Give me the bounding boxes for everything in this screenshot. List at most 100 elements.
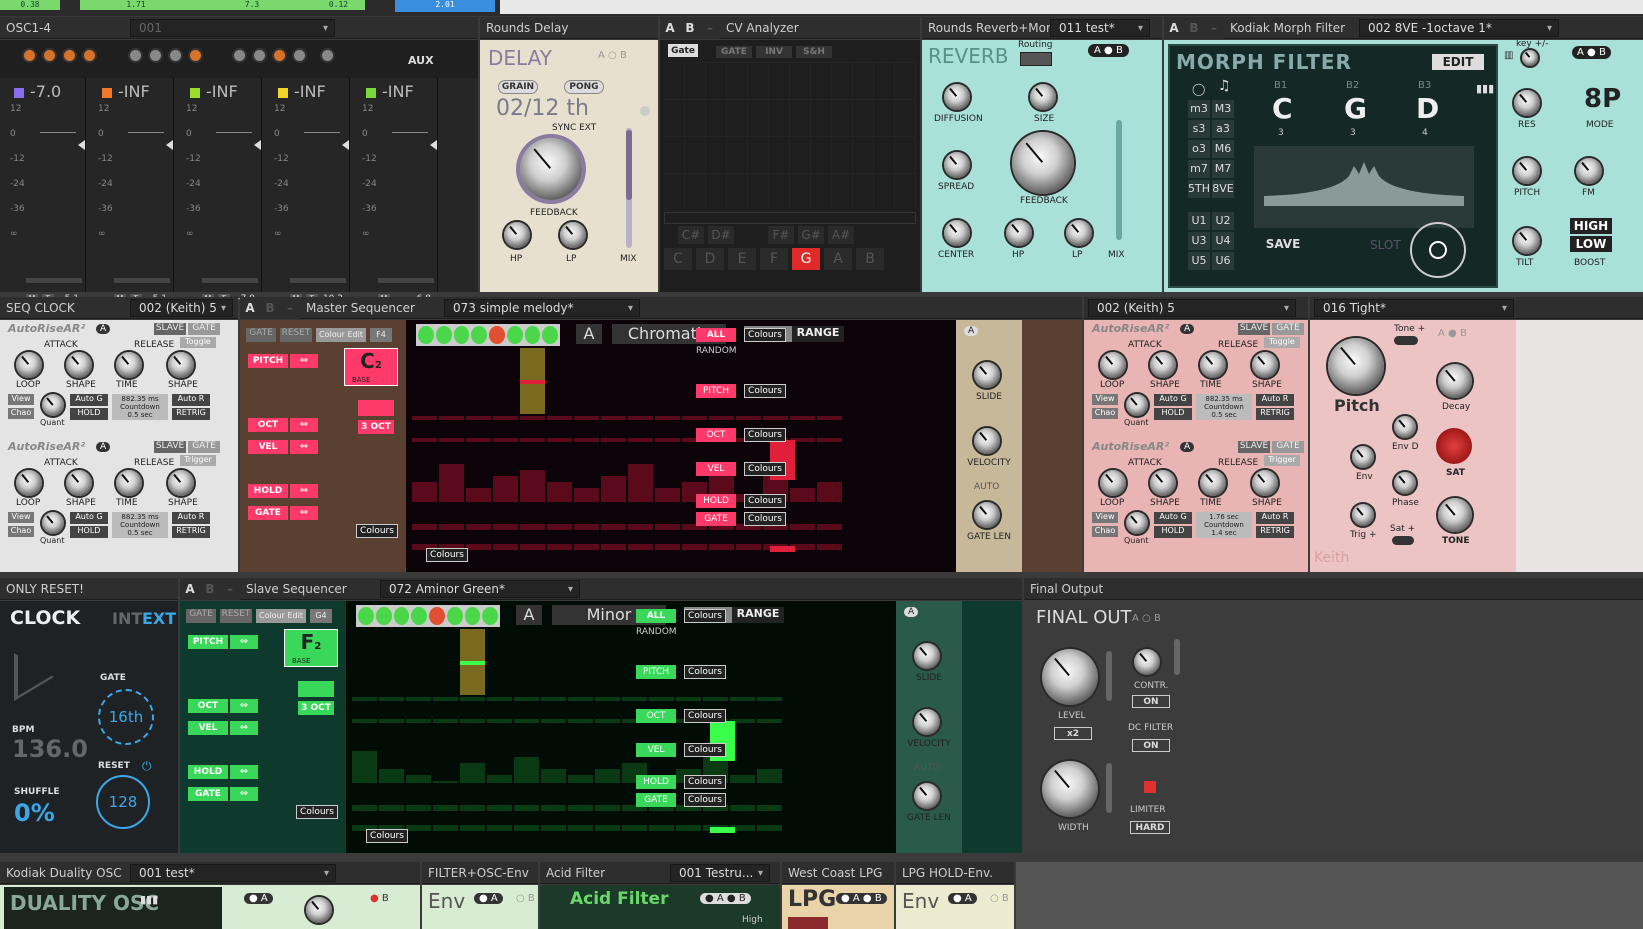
gate-button[interactable]: GATE <box>1272 323 1304 335</box>
colours-button[interactable]: Colours <box>744 494 786 508</box>
velocity-cell[interactable] <box>547 482 572 502</box>
user-slot-button[interactable]: U5 <box>1188 252 1210 270</box>
colours-button[interactable]: Colours <box>684 665 726 679</box>
preset-dropdown[interactable]: 001 <box>130 19 335 37</box>
preset-dropdown[interactable]: 011 test* <box>1050 19 1150 37</box>
lane-mode-icon[interactable]: ⇔ <box>290 354 318 368</box>
decay-knob[interactable] <box>1438 364 1472 398</box>
duality-knob[interactable] <box>306 897 332 923</box>
edit-button[interactable]: EDIT <box>1432 54 1484 70</box>
gate_len-knob[interactable] <box>974 502 1000 528</box>
velocity-cell[interactable] <box>439 464 464 502</box>
time-knob[interactable] <box>116 470 142 496</box>
gate-cell[interactable] <box>574 544 599 550</box>
gate-cell[interactable] <box>520 544 545 550</box>
gate-cell[interactable] <box>817 544 842 550</box>
res-knob[interactable] <box>1514 90 1540 116</box>
all-button[interactable]: ALL <box>636 609 676 623</box>
lane-mode-icon[interactable]: ⇔ <box>230 765 258 779</box>
step-led[interactable] <box>506 326 523 344</box>
hold-cell[interactable] <box>541 805 566 811</box>
velocity-cell[interactable] <box>412 482 437 502</box>
loop-knob[interactable] <box>1100 470 1126 496</box>
contr-fader[interactable] <box>1174 639 1180 675</box>
velocity-cell[interactable] <box>433 781 458 783</box>
velocity-cell[interactable] <box>460 763 485 783</box>
random-oct-button[interactable]: OCT <box>696 428 736 442</box>
colours-button[interactable]: Colours <box>744 384 786 398</box>
sat-knob[interactable] <box>1436 428 1472 464</box>
mode-button[interactable]: Toggle <box>180 337 216 348</box>
gate-button[interactable]: GATE <box>246 328 276 342</box>
step-led[interactable] <box>429 607 445 625</box>
autog-button[interactable]: Auto G <box>1154 512 1192 524</box>
ab-toggle[interactable]: ● A <box>948 893 977 904</box>
step-selector[interactable] <box>356 605 500 627</box>
gate-button[interactable]: GATE <box>186 609 216 623</box>
hold-cell[interactable] <box>352 805 377 811</box>
step-led[interactable] <box>453 326 470 344</box>
hold-button[interactable]: HOLD <box>1154 408 1192 420</box>
time-knob[interactable] <box>1200 470 1226 496</box>
dc-on-button[interactable]: ON <box>1132 739 1170 752</box>
colour-edit-button[interactable]: Colour Edit <box>316 328 366 342</box>
slide-knob[interactable] <box>914 643 940 669</box>
ab-toggle[interactable]: A <box>1180 324 1195 334</box>
shape-knob[interactable] <box>168 352 194 378</box>
velocity-cell[interactable] <box>595 769 620 783</box>
shape-knob[interactable] <box>1150 470 1176 496</box>
all-button[interactable]: ALL <box>696 328 736 342</box>
shape-knob[interactable] <box>66 470 92 496</box>
view-button[interactable]: View <box>1092 394 1118 405</box>
random-pitch-button[interactable]: PITCH <box>696 384 736 398</box>
hold-cell[interactable] <box>460 805 485 811</box>
diffusion-knob[interactable] <box>944 84 970 110</box>
chord-button[interactable]: m7 <box>1188 160 1210 178</box>
slave-button[interactable]: SLAVE <box>1238 441 1270 453</box>
gate-cell[interactable] <box>595 825 620 831</box>
gate-cell[interactable] <box>406 825 431 831</box>
lane-mode-icon[interactable]: ⇔ <box>230 721 258 735</box>
colours-button[interactable]: Colours <box>356 524 398 538</box>
view-button[interactable]: View <box>1092 512 1118 523</box>
channel-gain[interactable]: -INF <box>206 82 238 101</box>
gate-cell[interactable] <box>514 825 539 831</box>
mix-knob[interactable] <box>252 48 267 63</box>
oct-lane-button[interactable]: OCT <box>248 418 288 432</box>
gate-cell[interactable] <box>487 825 512 831</box>
minus-button[interactable]: – <box>700 16 720 39</box>
step-led[interactable] <box>542 326 558 344</box>
gate-cell[interactable] <box>541 825 566 831</box>
mix-knob[interactable] <box>188 48 203 63</box>
phase-knob[interactable] <box>1394 472 1416 494</box>
hold-cell[interactable] <box>406 805 431 811</box>
note-icon[interactable]: ♫ <box>1218 78 1231 94</box>
random-pitch-button[interactable]: PITCH <box>636 665 676 679</box>
lane-mode-icon[interactable]: ⇔ <box>290 418 318 432</box>
colours-button[interactable]: Colours <box>744 462 786 476</box>
reset-button[interactable]: RESET <box>280 328 312 342</box>
sat-plus-switch[interactable] <box>1392 536 1414 545</box>
minus-button[interactable]: – <box>1204 16 1224 39</box>
gate-button[interactable]: GATE <box>1272 441 1304 453</box>
step-led[interactable] <box>411 607 427 625</box>
mix-knob[interactable] <box>272 48 287 63</box>
shape-knob[interactable] <box>66 352 92 378</box>
step-selector[interactable] <box>416 324 560 346</box>
channel-gain[interactable]: -INF <box>382 82 414 101</box>
random-hold-button[interactable]: HOLD <box>696 494 736 508</box>
hold-cell[interactable] <box>520 524 545 530</box>
hold-lane-button[interactable]: HOLD <box>188 765 228 779</box>
user-slot-button[interactable]: U4 <box>1212 232 1234 250</box>
quant-knob[interactable] <box>1126 394 1148 416</box>
ab-toggle[interactable]: ● A <box>244 893 273 904</box>
random-vel-button[interactable]: VEL <box>636 743 676 757</box>
preset-dropdown[interactable]: 001 Testru... <box>670 864 770 882</box>
hold-cell[interactable] <box>493 524 518 530</box>
range-button[interactable]: RANGE <box>792 326 844 342</box>
fm-knob[interactable] <box>1576 158 1602 184</box>
channel-gain[interactable]: -INF <box>294 82 326 101</box>
tone-knob[interactable] <box>1438 498 1472 532</box>
gate-tab[interactable]: Gate <box>668 44 698 57</box>
b-button[interactable]: B <box>200 577 220 600</box>
